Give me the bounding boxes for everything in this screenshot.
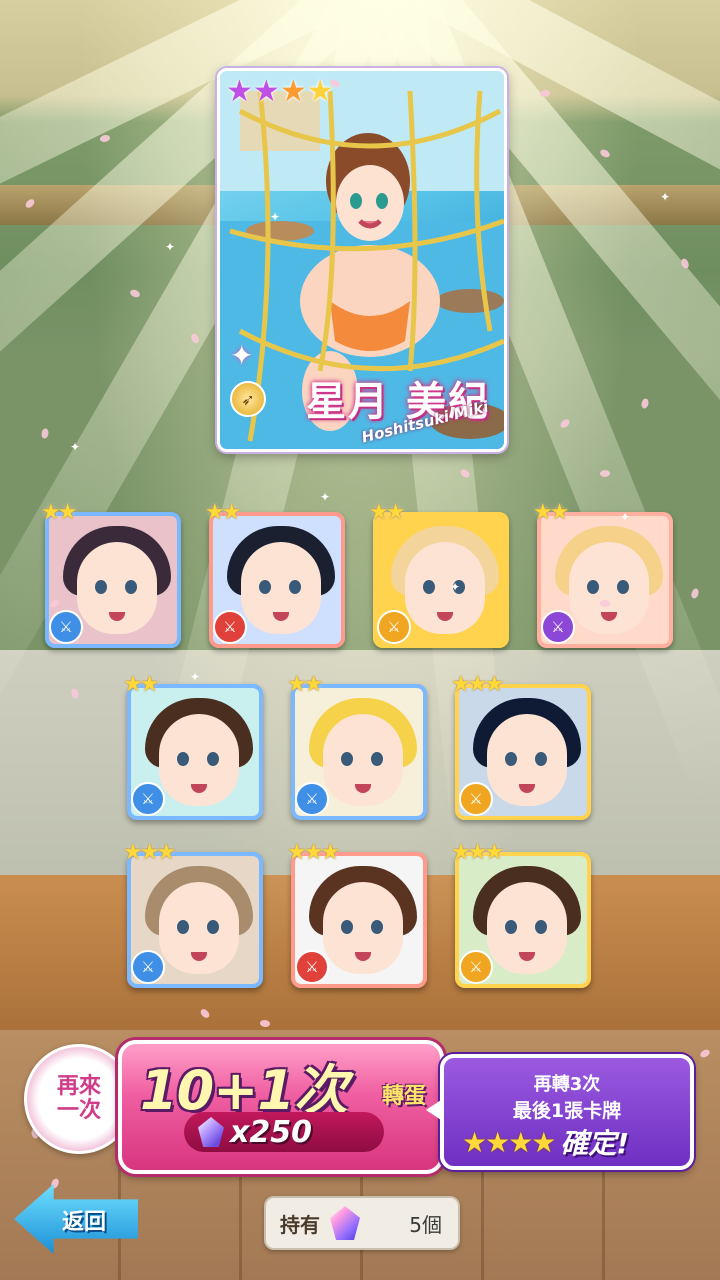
result-card[interactable]: ⚔ <box>127 852 263 988</box>
attribute-blue-icon: ⚔ <box>49 610 83 644</box>
card-stars-text: ★★ <box>41 500 77 525</box>
card-rarity-stars: ★★★ <box>287 840 367 866</box>
sparkle-icon: ✦ <box>165 240 176 254</box>
card-stars-text: ★★ <box>287 672 323 697</box>
card-rarity-stars: ★★★ <box>451 672 531 698</box>
sparkle-icon: ✦ <box>660 190 671 204</box>
attribute-purple-icon: ⚔ <box>541 610 575 644</box>
card-stars-text: ★★★ <box>123 840 176 865</box>
result-card[interactable]: ⚔ <box>291 852 427 988</box>
spin-cost-value: x250 <box>230 1114 312 1150</box>
result-card[interactable]: ⚔ <box>127 684 263 820</box>
result-card[interactable]: ⚔ <box>209 512 345 648</box>
card-rarity-stars: ★★ <box>287 672 367 698</box>
holdings-label: 持有 <box>280 1212 320 1237</box>
sparkle-icon: ✦ <box>270 210 281 224</box>
gem-icon <box>198 1117 224 1147</box>
result-card[interactable]: ⚔ <box>291 684 427 820</box>
card-stars-text: ★★ <box>123 672 159 697</box>
result-card[interactable]: ⚔ <box>455 684 591 820</box>
featured-card[interactable]: ★ ★ ★ ★ ✦ ➶ 星月 美紀 Hoshitsuki Miki <box>217 68 507 452</box>
attribute-blue-icon: ⚔ <box>295 782 329 816</box>
card-rarity-stars: ★★★ <box>123 840 203 866</box>
card-rarity-stars: ★★ <box>369 500 449 526</box>
gem-holdings: 持有 5個 <box>264 1196 460 1250</box>
holdings-count: 5個 <box>409 1212 442 1237</box>
attribute-yellow-icon: ⚔ <box>459 950 493 984</box>
guarantee-confirm: 確定! <box>560 1127 630 1160</box>
sparkle-icon: ✦ <box>70 440 81 454</box>
card-stars-text: ★★★ <box>451 672 504 697</box>
result-card[interactable]: ⚔ <box>45 512 181 648</box>
sparkle-icon: ✦ <box>190 670 201 684</box>
attribute-blue-icon: ⚔ <box>131 950 165 984</box>
featured-rarity-stars: ★ ★ ★ ★ <box>226 74 334 109</box>
attribute-yellow-icon: ⚔ <box>459 782 493 816</box>
guarantee-last-card: 最後1張卡牌 <box>512 1100 622 1122</box>
card-rarity-stars: ★★ <box>205 500 285 526</box>
guarantee-remaining: 再轉3次 <box>533 1074 601 1095</box>
card-stars-text: ★★ <box>369 500 405 525</box>
card-stars-text: ★★ <box>533 500 569 525</box>
result-card[interactable]: ⚔ <box>537 512 673 648</box>
spin-button-suffix: 轉蛋 <box>381 1084 426 1109</box>
attribute-blue-icon: ⚔ <box>131 782 165 816</box>
spin-11-button[interactable]: 10+1次 轉蛋 x250 <box>118 1040 444 1174</box>
card-stars-text: ★★ <box>205 500 241 525</box>
attribute-red-icon: ⚔ <box>213 610 247 644</box>
back-button-label: 返回 <box>62 1210 107 1235</box>
again-badge-line2: 一次 <box>56 1098 101 1123</box>
sparkle-icon: ✦ <box>320 490 331 504</box>
guarantee-stars: ★★★★ <box>462 1125 556 1159</box>
card-rarity-stars: ★★★ <box>451 840 531 866</box>
sparkle-icon: ✦ <box>230 339 254 372</box>
card-stars-text: ★★★ <box>451 840 504 865</box>
attribute-red-icon: ⚔ <box>295 950 329 984</box>
again-badge-line1: 再來 <box>56 1073 101 1099</box>
sparkle-icon: ✦ <box>450 580 461 594</box>
sparkle-icon: ✦ <box>620 510 631 524</box>
card-rarity-stars: ★★ <box>41 500 121 526</box>
gun-icon: ➶ <box>230 381 266 417</box>
card-stars-text: ★★★ <box>287 840 340 865</box>
back-button[interactable]: 返回 <box>14 1184 138 1254</box>
attribute-yellow-icon: ⚔ <box>377 610 411 644</box>
spin-cost: x250 <box>184 1112 384 1152</box>
guarantee-panel: 再轉3次 最後1張卡牌 ★★★★ 確定! <box>426 1054 694 1170</box>
result-card[interactable]: ⚔ <box>455 852 591 988</box>
ticket-gem-icon <box>330 1206 360 1240</box>
result-card[interactable]: ⚔ <box>373 512 509 648</box>
card-rarity-stars: ★★ <box>533 500 613 526</box>
